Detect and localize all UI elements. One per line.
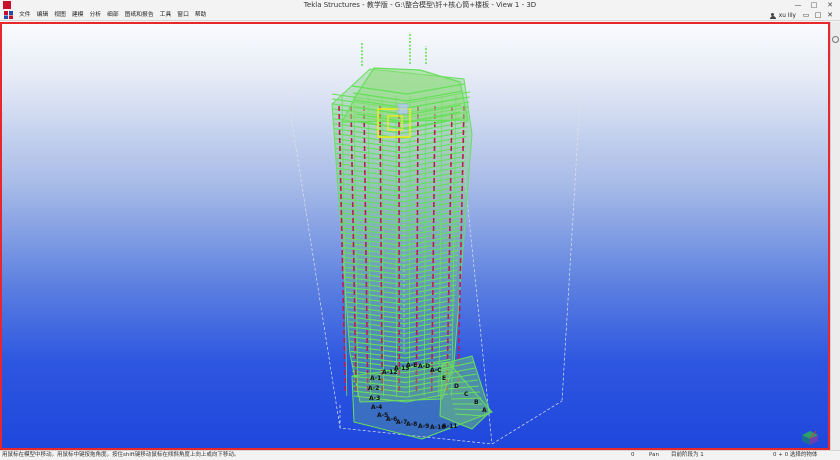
menu-drawings-reports[interactable]: 图纸和报告 bbox=[122, 10, 157, 21]
status-bar: 用鼠标在模型中移动。用鼠标中键按拖角度。按住shift键移动鼠标在倾斜角度上向上… bbox=[0, 450, 840, 460]
menu-window[interactable]: 窗口 bbox=[174, 10, 192, 21]
model-view-3d[interactable]: A-1 A-2 A-3 A-4 A-5 A-6 A-7 A-8 A-9 A-10 A-11 A-12 A… bbox=[0, 22, 830, 450]
menu-detailing[interactable]: 细部 bbox=[104, 10, 122, 21]
side-panel bbox=[830, 22, 840, 450]
status-mode: Pan bbox=[649, 452, 659, 458]
grid-label: A-D bbox=[418, 363, 430, 370]
window-controls: — □ ✕ bbox=[790, 0, 838, 10]
view-maximize-button[interactable]: □ bbox=[812, 10, 824, 21]
view-close-button[interactable]: ✕ bbox=[824, 10, 836, 21]
grid-label: C bbox=[464, 391, 469, 398]
grid-label: A-8 bbox=[406, 421, 417, 428]
grid-label: A-11 bbox=[442, 423, 457, 430]
menu-analysis[interactable]: 分析 bbox=[86, 10, 104, 21]
side-panel-properties-icon[interactable] bbox=[832, 36, 839, 43]
window-title: Tekla Structures - 教学版 - G:\整合模型\钎+核心筒+楼… bbox=[303, 1, 537, 9]
status-message: 用鼠标在模型中移动。用鼠标中键按拖角度。按住shift键移动鼠标在倾斜角度上向上… bbox=[2, 452, 240, 458]
view-axis-icon bbox=[802, 430, 818, 445]
grid-label: B bbox=[474, 399, 479, 406]
grid-label: A-9 bbox=[418, 423, 429, 430]
menu-file[interactable]: 文件 bbox=[16, 10, 34, 21]
core-block bbox=[397, 103, 409, 115]
close-button[interactable]: ✕ bbox=[822, 0, 838, 10]
user-icon bbox=[769, 12, 776, 19]
grid-label: A-C bbox=[430, 367, 442, 374]
building-structure bbox=[331, 34, 493, 440]
menu-view[interactable]: 视图 bbox=[51, 10, 69, 21]
maximize-button[interactable]: □ bbox=[806, 0, 822, 10]
menu-tools[interactable]: 工具 bbox=[157, 10, 175, 21]
user-account[interactable]: xu lily bbox=[769, 10, 796, 21]
user-name: xu lily bbox=[778, 12, 796, 19]
menu-items: 文件 编辑 视图 建模 分析 细部 图纸和报告 工具 窗口 帮助 bbox=[16, 10, 209, 21]
tekla-window: Tekla Structures - 教学版 - G:\整合模型\钎+核心筒+楼… bbox=[0, 0, 840, 460]
grid-label: A-4 bbox=[371, 404, 382, 411]
view-restore-button[interactable]: ▭ bbox=[800, 10, 812, 21]
menu-modeling[interactable]: 建模 bbox=[69, 10, 87, 21]
view-window-controls: ▭ □ ✕ bbox=[800, 10, 836, 21]
model-canvas[interactable]: A-1A-2A-3A-4A-5A-6A-7A-8 A-9 A-10A-11A-12A… bbox=[2, 24, 828, 448]
grid-label: A bbox=[482, 407, 487, 414]
grid-label: A-E bbox=[406, 362, 417, 369]
menu-help[interactable]: 帮助 bbox=[192, 10, 210, 21]
grid-label: A-3 bbox=[369, 395, 380, 402]
grid-label: E bbox=[442, 375, 446, 382]
minimize-button[interactable]: — bbox=[790, 0, 806, 10]
grid-label: A-1 bbox=[370, 375, 381, 382]
menu-edit[interactable]: 编辑 bbox=[34, 10, 52, 21]
status-selection: 0 + 0 选择的物体 bbox=[773, 452, 818, 458]
menu-bar: 文件 编辑 视图 建模 分析 细部 图纸和报告 工具 窗口 帮助 xu lily… bbox=[0, 10, 840, 21]
grid-label: D bbox=[454, 383, 459, 390]
tekla-logo-icon[interactable] bbox=[4, 11, 13, 19]
status-phase: 目前阶段为 1 bbox=[671, 452, 704, 458]
status-count: 0 bbox=[631, 452, 635, 458]
grid-label: A-2 bbox=[368, 385, 379, 392]
title-bar: Tekla Structures - 教学版 - G:\整合模型\钎+核心筒+楼… bbox=[0, 0, 840, 10]
